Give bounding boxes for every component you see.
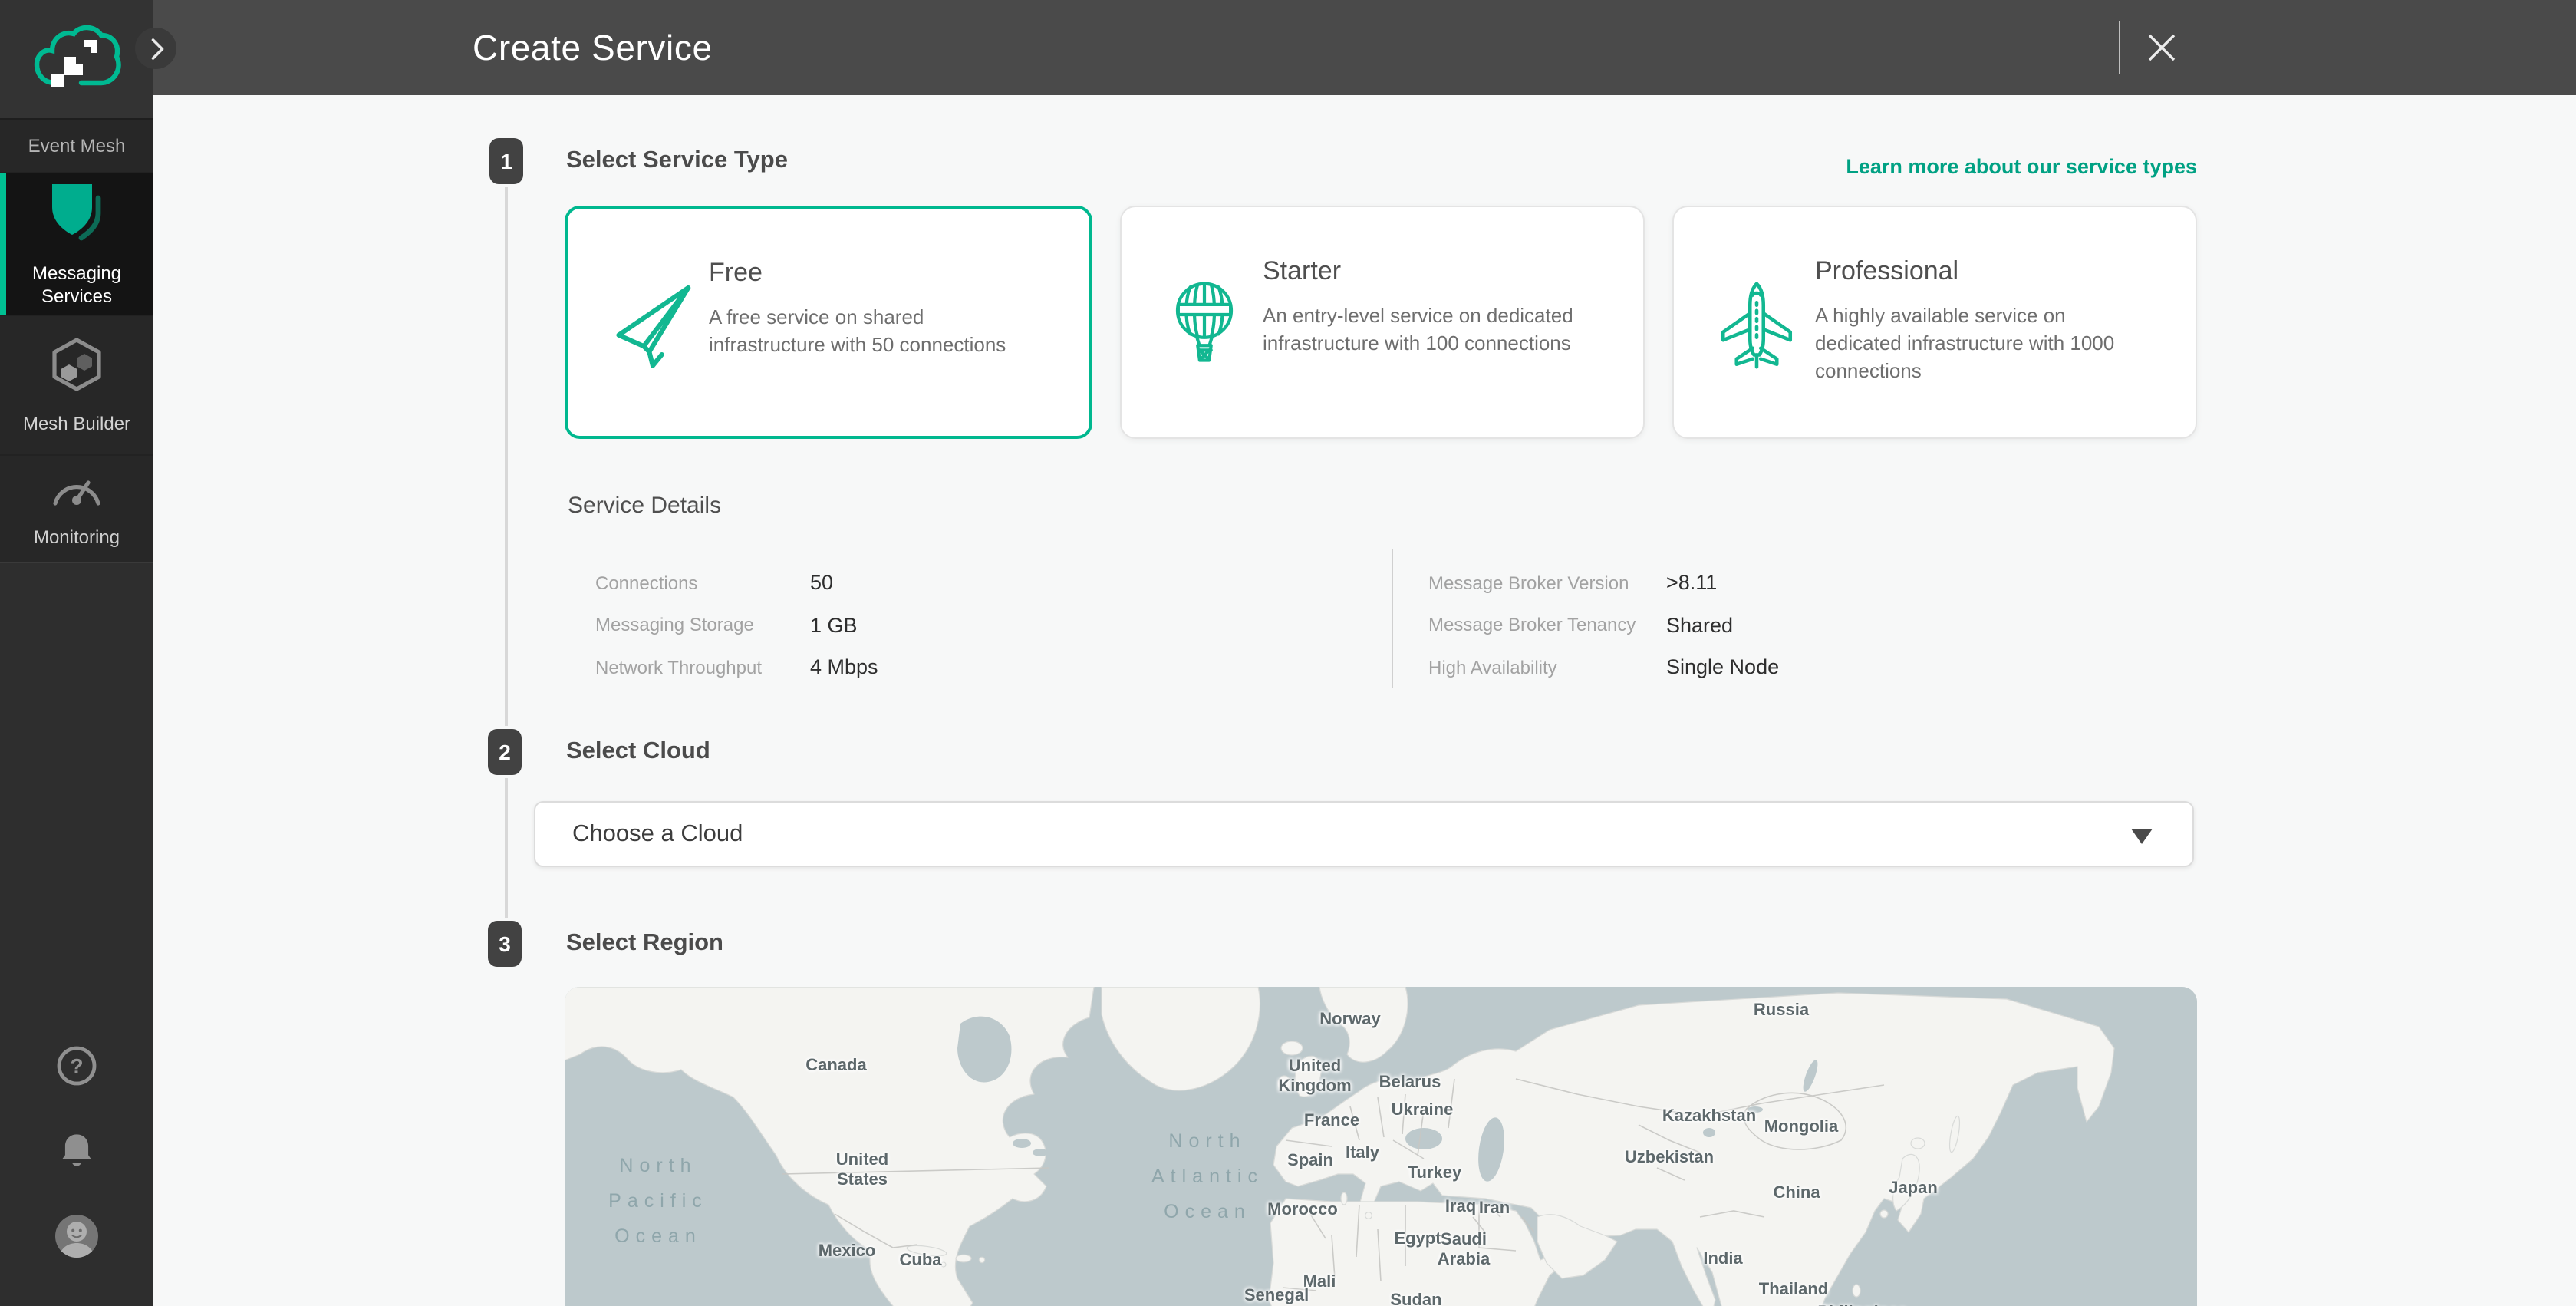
learn-more-link[interactable]: Learn more about our service types [1846,155,2197,178]
sidebar: Event Mesh Messaging Services [0,0,153,1306]
step-1-badge: 1 [489,138,523,184]
detail-row: Messaging Storage 1 GB [595,604,878,646]
header-divider [2119,21,2120,74]
detail-label: Messaging Storage [595,615,810,636]
card-description: A highly available service on dedicated … [1815,302,2149,385]
shield-icon [48,180,106,252]
sidebar-item-label: Event Mesh [28,134,126,157]
step-3-badge: 3 [488,921,522,967]
sidebar-item-label: Monitoring [34,526,120,549]
cloud-select-dropdown[interactable]: Choose a Cloud [534,801,2194,867]
step-2-heading: Select Cloud [566,738,710,766]
sidebar-item-label: Mesh Builder [23,412,130,435]
page-title: Create Service [473,0,713,95]
region-map[interactable]: North Pacific OceanNorth Atlantic OceanR… [565,987,2197,1306]
details-divider [1392,549,1393,688]
service-details-left: Connections 50 Messaging Storage 1 GB Ne… [595,562,878,688]
hot-air-balloon-icon [1161,278,1250,370]
chevron-right-icon[interactable] [135,28,176,69]
world-map-graphic [565,987,2197,1306]
step-connector-line [505,187,508,726]
card-title: Free [709,258,763,289]
detail-row: Connections 50 [595,562,878,604]
detail-value: 4 Mbps [810,656,878,679]
detail-label: Message Broker Version [1428,572,1666,594]
service-type-card-free[interactable]: Free A free service on shared infrastruc… [565,206,1092,439]
sidebar-item-label: Messaging Services [23,262,130,308]
detail-value: 1 GB [810,614,858,637]
card-title: Starter [1263,256,1341,287]
detail-value: Single Node [1666,656,1779,679]
main-content: 1 Select Service Type Learn more about o… [153,95,2576,1306]
detail-value: 50 [810,572,833,595]
card-description: An entry-level service on dedicated infr… [1263,302,1597,358]
solace-cloud-logo[interactable] [0,0,153,120]
sidebar-bottom: ? [0,563,153,1306]
service-details-title: Service Details [568,493,721,519]
card-description: A free service on shared infrastructure … [709,304,1043,359]
step-3-heading: Select Region [566,930,723,958]
sidebar-nav: Event Mesh Messaging Services [0,120,153,563]
step-2-badge: 2 [488,729,522,775]
sidebar-item-event-mesh[interactable]: Event Mesh [0,120,153,173]
user-avatar-icon[interactable] [54,1213,100,1267]
detail-label: High Availability [1428,657,1666,678]
detail-row: Message Broker Version >8.11 [1428,562,1779,604]
gauge-icon [48,468,106,516]
dropdown-value: Choose a Cloud [572,820,743,848]
paper-plane-icon [608,279,697,371]
caret-down-icon [2131,829,2153,844]
service-details-right: Message Broker Version >8.11 Message Bro… [1428,562,1779,688]
detail-label: Message Broker Tenancy [1428,615,1666,636]
detail-label: Connections [595,572,810,594]
svg-text:?: ? [70,1054,83,1078]
detail-row: High Availability Single Node [1428,646,1779,688]
airplane-icon [1714,278,1803,370]
service-type-card-professional[interactable]: Professional A highly available service … [1672,206,2197,439]
create-service-screen: Event Mesh Messaging Services [0,0,2576,1306]
card-title: Professional [1815,256,1958,287]
sidebar-item-mesh-builder[interactable]: Mesh Builder [0,316,153,456]
sidebar-item-monitoring[interactable]: Monitoring [0,456,153,563]
close-icon[interactable] [2145,31,2179,64]
detail-row: Message Broker Tenancy Shared [1428,604,1779,646]
help-icon[interactable]: ? [55,1044,98,1095]
header: Create Service [153,0,2576,95]
detail-label: Network Throughput [595,657,810,678]
detail-value: >8.11 [1666,572,1717,595]
step-connector-line [505,778,508,918]
detail-row: Network Throughput 4 Mbps [595,646,878,688]
step-1-heading: Select Service Type [566,147,788,175]
hexagon-mesh-icon [48,335,106,401]
notifications-bell-icon[interactable] [57,1130,97,1181]
sidebar-item-messaging-services[interactable]: Messaging Services [0,173,153,316]
cloud-logo-icon [32,24,121,94]
service-type-card-starter[interactable]: Starter An entry-level service on dedica… [1120,206,1645,439]
detail-value: Shared [1666,614,1733,637]
